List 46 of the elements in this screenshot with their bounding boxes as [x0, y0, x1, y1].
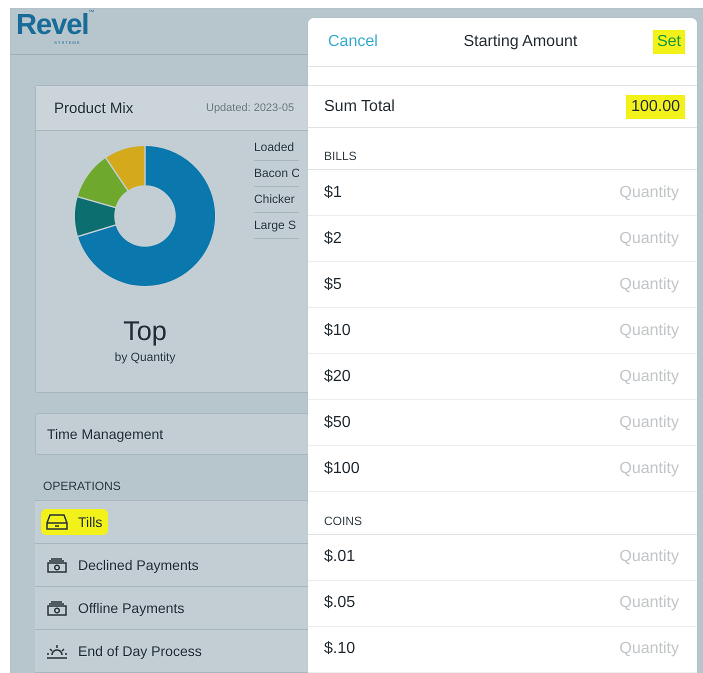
section-heading: COINS — [308, 492, 697, 535]
denomination-label: $5 — [324, 276, 342, 294]
card-title: Product Mix — [54, 100, 134, 116]
quantity-field[interactable]: Quantity — [567, 412, 681, 433]
logo-wordmark: Revel — [16, 10, 88, 40]
section-heading: OPERATIONS — [43, 479, 122, 493]
operations-item[interactable]: Tills — [35, 501, 308, 544]
updated-time: Updated: 2023-05 — [206, 102, 294, 114]
chart-subcaption: by Quantity — [114, 350, 176, 364]
denomination-label: $.05 — [324, 594, 356, 612]
item-label: End of Day Process — [78, 643, 202, 659]
legend-item: Loaded — [254, 135, 299, 161]
denomination-label: $10 — [324, 322, 351, 340]
denomination-label: $20 — [324, 368, 351, 386]
cash-icon — [46, 556, 68, 574]
legend-item: Chicker — [254, 187, 299, 213]
denomination-label: $.10 — [324, 640, 356, 658]
sunset-icon — [46, 642, 68, 660]
legend-item: Large S — [254, 213, 299, 239]
drawer-icon — [46, 513, 68, 531]
dialog-title: Starting Amount — [463, 33, 578, 52]
quantity-field[interactable]: Quantity — [567, 593, 681, 614]
quantity-field[interactable]: Quantity — [567, 458, 681, 479]
denomination-label: $2 — [324, 230, 342, 248]
item-label: Declined Payments — [78, 557, 199, 573]
operations-item[interactable]: Declined Payments — [35, 544, 308, 587]
item-label: Tills — [78, 514, 102, 530]
denomination-label: $1 — [324, 184, 342, 202]
quantity-field[interactable]: Quantity — [567, 228, 681, 249]
quantity-field[interactable]: Quantity — [567, 274, 681, 295]
time-management-item[interactable]: Time Management — [35, 413, 308, 455]
quantity-field[interactable]: Quantity — [567, 639, 681, 660]
denomination-label: $100 — [324, 460, 360, 478]
item-label: Offline Payments — [78, 600, 184, 616]
sum-label: Sum Total — [324, 98, 395, 116]
operations-item[interactable]: Offline Payments — [35, 587, 308, 630]
quantity-field[interactable]: Quantity — [567, 320, 681, 341]
sum-value: 100.00 — [626, 94, 685, 119]
section-heading: BILLS — [308, 128, 697, 170]
cash-icon — [46, 599, 68, 617]
denomination-label: $50 — [324, 414, 351, 432]
quantity-field[interactable]: Quantity — [567, 547, 681, 568]
denomination-label: $.01 — [324, 548, 356, 566]
quantity-field[interactable]: Quantity — [567, 366, 681, 387]
quantity-field[interactable]: Quantity — [567, 182, 681, 203]
chart-caption: Top — [123, 316, 167, 347]
